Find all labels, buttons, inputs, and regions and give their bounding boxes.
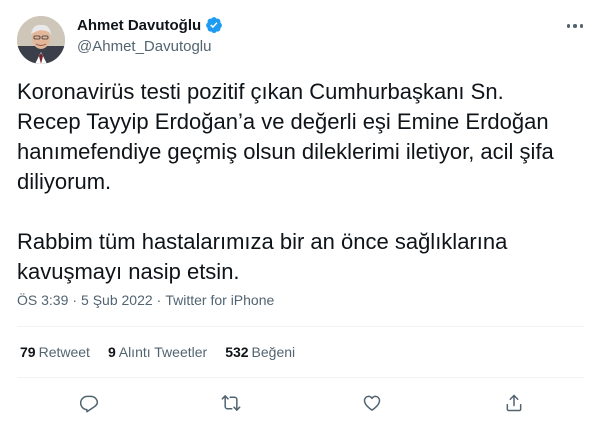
share-icon (506, 394, 522, 412)
verified-badge-icon (206, 17, 223, 34)
tweet-stats: 79 Retweet 9 Alıntı Tweetler 532 Beğeni (20, 342, 313, 362)
meta-separator: · (72, 292, 78, 308)
author-block: Ahmet Davutoğlu @Ahmet_Davutoglu (77, 14, 223, 57)
tweet-text-line: Koronavirüs testi pozitif çıkan Cumhurba… (17, 79, 504, 104)
like-button[interactable] (359, 390, 385, 416)
more-options-icon[interactable] (562, 16, 588, 36)
quotes-stat[interactable]: 9 Alıntı Tweetler (108, 344, 207, 360)
reply-icon (79, 395, 99, 413)
divider (17, 377, 584, 378)
tweet-text-line: kavuşmayı nasip etsin. (17, 259, 240, 284)
tweet-meta: ÖS 3:39 · 5 Şub 2022 · Twitter for iPhon… (17, 290, 274, 310)
likes-count: 532 (225, 344, 249, 360)
tweet-card: Ahmet Davutoğlu @Ahmet_Davutoglu Koronav… (0, 0, 601, 432)
share-button[interactable] (501, 390, 527, 416)
author-handle[interactable]: @Ahmet_Davutoglu (77, 37, 223, 57)
retweets-label: Retweet (38, 344, 90, 360)
tweet-text-line: Recep Tayyip Erdoğan’a ve değerli eşi Em… (17, 109, 549, 134)
quotes-count: 9 (107, 344, 116, 360)
reply-button[interactable] (76, 390, 102, 416)
likes-stat[interactable]: 532 Beğeni (225, 344, 295, 360)
retweet-icon (221, 395, 241, 411)
tweet-time[interactable]: ÖS 3:39 (17, 292, 68, 308)
retweets-count: 79 (20, 344, 36, 360)
tweet-text-line: Rabbim tüm hastalarımıza bir an önce sağ… (17, 229, 508, 254)
author-display-name[interactable]: Ahmet Davutoğlu (77, 17, 201, 34)
divider (17, 326, 584, 327)
avatar-image (17, 16, 65, 64)
quotes-label: Alıntı Tweetler (118, 344, 208, 360)
tweet-text-line: diliyorum. (17, 169, 112, 194)
author-name-row: Ahmet Davutoğlu (77, 14, 223, 36)
meta-separator: · (156, 292, 162, 308)
like-icon (363, 395, 381, 411)
avatar[interactable] (17, 16, 65, 64)
tweet-source[interactable]: Twitter for iPhone (165, 292, 274, 308)
tweet-text: Koronavirüs testi pozitif çıkan Cumhurba… (17, 77, 587, 287)
tweet-text-line: hanımefendiye geçmiş olsun dileklerimi i… (17, 139, 554, 164)
likes-label: Beğeni (251, 344, 296, 360)
retweets-stat[interactable]: 79 Retweet (20, 344, 90, 360)
tweet-actions (0, 390, 601, 416)
retweet-button[interactable] (218, 390, 244, 416)
tweet-date[interactable]: 5 Şub 2022 (81, 292, 153, 308)
